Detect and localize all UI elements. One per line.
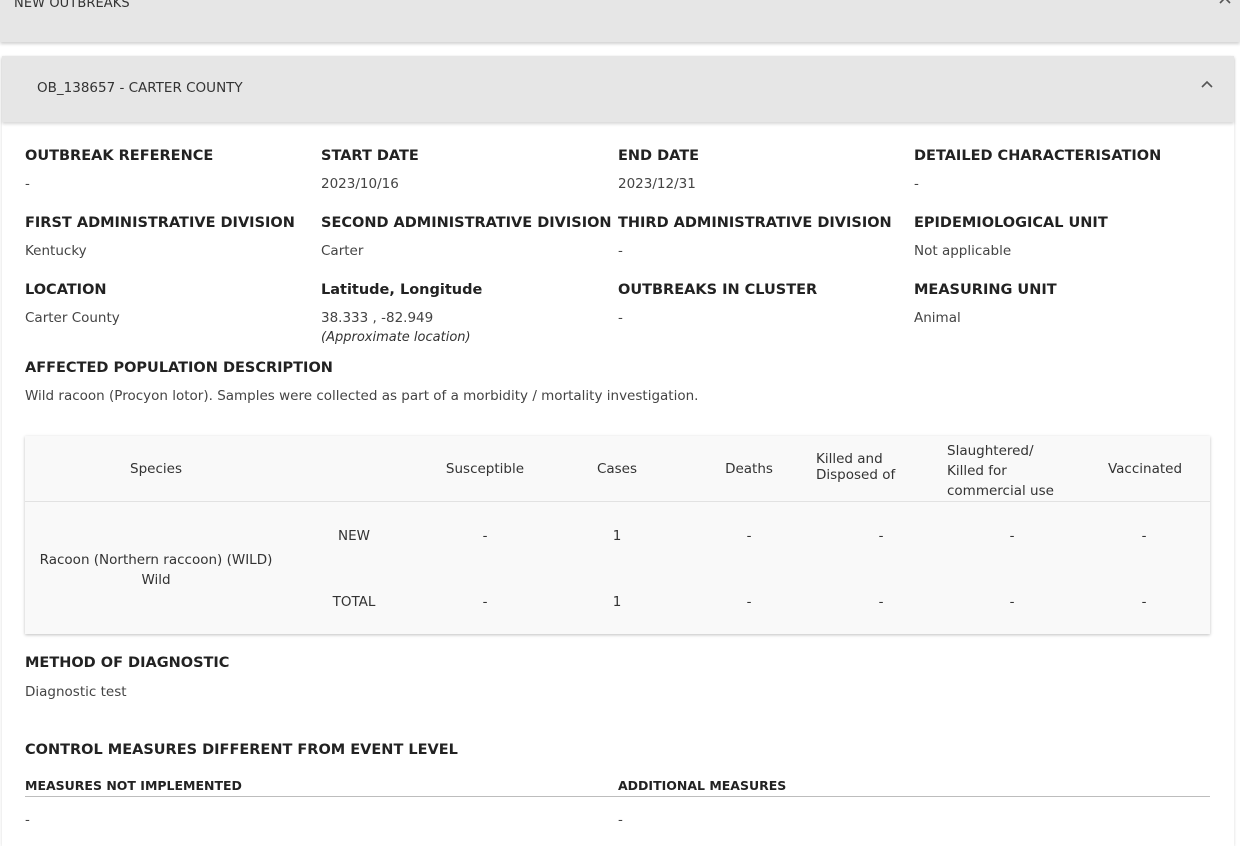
first-admin-division-value: Kentucky xyxy=(25,243,87,259)
species-name: Racoon (Northern raccoon) (WILD) xyxy=(39,552,273,568)
third-admin-division-value: - xyxy=(618,243,623,259)
species-cell: Racoon (Northern raccoon) (WILD) Wild xyxy=(25,550,287,590)
row-total-vaccinated: - xyxy=(1141,594,1147,610)
method-of-diagnostic-label: METHOD OF DIAGNOSTIC xyxy=(25,655,230,671)
row-total-killed: - xyxy=(878,594,884,610)
section-title: NEW OUTBREAKS xyxy=(14,0,130,11)
method-of-diagnostic-value: Diagnostic test xyxy=(25,684,127,700)
chevron-up-icon[interactable] xyxy=(1200,78,1214,92)
header-vaccinated: Vaccinated xyxy=(1107,461,1183,477)
detailed-characterisation-value: - xyxy=(914,176,919,192)
location-label: LOCATION xyxy=(25,282,107,298)
outbreaks-in-cluster-value: - xyxy=(618,310,623,326)
second-admin-division-value: Carter xyxy=(321,243,364,259)
outbreak-card-header[interactable]: OB_138657 - CARTER COUNTY xyxy=(2,56,1234,122)
additional-measures-value: - xyxy=(618,812,623,828)
outbreaks-in-cluster-label: OUTBREAKS IN CLUSTER xyxy=(618,282,818,298)
start-date-label: START DATE xyxy=(321,148,419,164)
row-new-slaughtered: - xyxy=(1009,528,1015,544)
affected-population-label: AFFECTED POPULATION DESCRIPTION xyxy=(25,360,333,376)
second-admin-division-label: SECOND ADMINISTRATIVE DIVISION xyxy=(321,215,612,231)
header-slaughtered-line2: Killed for xyxy=(947,463,1007,479)
epidemiological-unit-label: EPIDEMIOLOGICAL UNIT xyxy=(914,215,1108,231)
outbreak-reference-value: - xyxy=(25,176,30,192)
row-total-deaths: - xyxy=(746,594,752,610)
header-slaughtered: Slaughtered/ Killed for commercial use xyxy=(947,441,1087,501)
header-slaughtered-line1: Slaughtered/ xyxy=(947,443,1034,459)
header-slaughtered-line3: commercial use xyxy=(947,483,1054,499)
header-deaths: Deaths xyxy=(725,461,773,477)
outbreak-reference-label: OUTBREAK REFERENCE xyxy=(25,148,214,164)
header-cases: Cases xyxy=(596,461,638,477)
species-type: Wild xyxy=(141,572,171,588)
header-killed-line2: Disposed of xyxy=(816,467,896,483)
header-killed-disposed: Killed and Disposed of xyxy=(816,451,946,483)
header-susceptible: Susceptible xyxy=(445,461,525,477)
first-admin-division-label: FIRST ADMINISTRATIVE DIVISION xyxy=(25,215,295,231)
row-new-susceptible: - xyxy=(482,528,488,544)
detailed-characterisation-label: DETAILED CHARACTERISATION xyxy=(914,148,1162,164)
header-killed-line1: Killed and xyxy=(816,451,883,467)
row-total-susceptible: - xyxy=(482,594,488,610)
third-admin-division-label: THIRD ADMINISTRATIVE DIVISION xyxy=(618,215,892,231)
additional-measures-label: ADDITIONAL MEASURES xyxy=(618,778,787,793)
row-new-cases: 1 xyxy=(612,528,622,544)
affected-population-value: Wild racoon (Procyon lotor). Samples wer… xyxy=(25,388,699,404)
measuring-unit-value: Animal xyxy=(914,310,961,326)
table-header-divider xyxy=(25,501,1210,502)
measures-not-implemented-value: - xyxy=(25,812,30,828)
control-measures-divider xyxy=(25,796,1210,797)
end-date-value: 2023/12/31 xyxy=(618,176,696,192)
chevron-up-icon[interactable] xyxy=(1218,0,1232,8)
measuring-unit-label: MEASURING UNIT xyxy=(914,282,1057,298)
new-outbreaks-header[interactable]: NEW OUTBREAKS xyxy=(0,0,1240,42)
header-species: Species xyxy=(130,461,182,477)
location-value: Carter County xyxy=(25,310,120,326)
epidemiological-unit-value: Not applicable xyxy=(914,243,1012,259)
control-measures-label: CONTROL MEASURES DIFFERENT FROM EVENT LE… xyxy=(25,742,458,758)
approximate-location-note: (Approximate location) xyxy=(321,330,471,345)
population-table: Species Susceptible Cases Deaths Killed … xyxy=(25,436,1210,634)
lat-long-label: Latitude, Longitude xyxy=(321,282,483,298)
row-total-slaughtered: - xyxy=(1009,594,1015,610)
row-new-vaccinated: - xyxy=(1141,528,1147,544)
row-total-label: TOTAL xyxy=(332,594,376,610)
row-new-label: NEW xyxy=(338,528,370,544)
end-date-label: END DATE xyxy=(618,148,700,164)
row-new-deaths: - xyxy=(746,528,752,544)
row-new-killed: - xyxy=(878,528,884,544)
lat-long-value: 38.333 , -82.949 xyxy=(321,310,434,326)
outbreak-title: OB_138657 - CARTER COUNTY xyxy=(37,80,243,96)
row-total-cases: 1 xyxy=(612,594,622,610)
start-date-value: 2023/10/16 xyxy=(321,176,399,192)
measures-not-implemented-label: MEASURES NOT IMPLEMENTED xyxy=(25,778,242,793)
